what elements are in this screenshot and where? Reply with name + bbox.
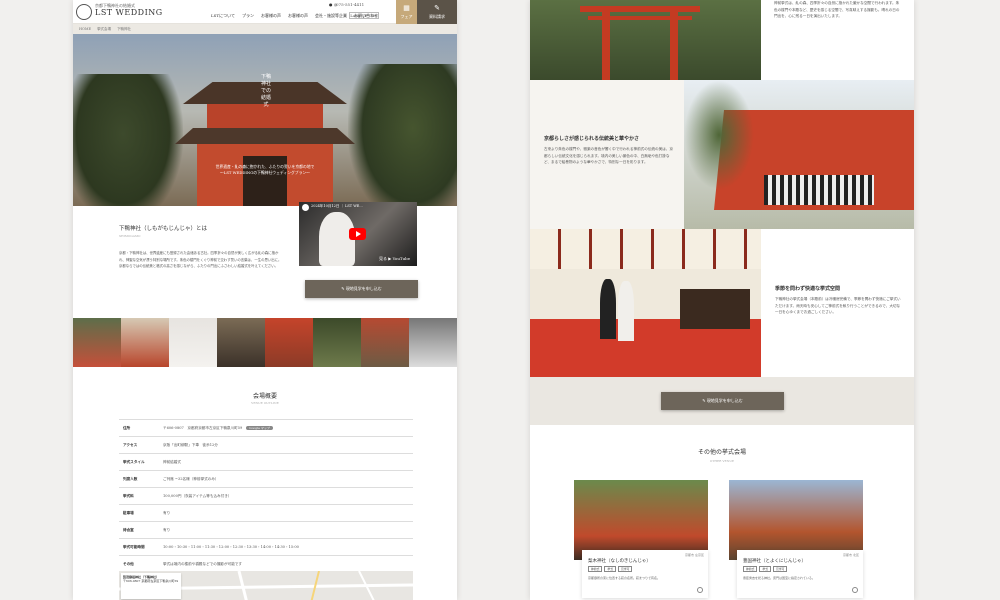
other-venues-title: その他の挙式会場 bbox=[697, 449, 746, 456]
venue-tags: 神前式 挙式 見学可 bbox=[743, 566, 857, 572]
venue-description: 豊臣秀吉を祀る神社。唐門は国宝に指定されている。 bbox=[743, 576, 815, 580]
venue-area: 京都市 北区 bbox=[843, 553, 859, 557]
pen-icon: ✎ bbox=[434, 4, 440, 12]
table-row: アクセス 京阪「出町柳駅」下車 徒歩12分 bbox=[119, 436, 413, 454]
gallery-photo[interactable] bbox=[121, 318, 169, 367]
overview-title: 会場概要 bbox=[252, 393, 277, 400]
venue-photo bbox=[729, 480, 863, 560]
right-page: 神前挙式は、糺の森、四季折々の自然に抱かれた厳かな空間で行われます。朱色の楼門や… bbox=[530, 0, 914, 600]
main-nav: LSTについて プラン お客様の声 お客様の声 会社・施設等企業 お問い合わせ bbox=[211, 13, 378, 19]
intro-subheading: SHIMOGAMO bbox=[119, 234, 141, 238]
embedded-map[interactable]: 賀茂御祖神社（下鴨神社） 〒606-0807 京都府左京区下鴨泉川町59 bbox=[119, 571, 413, 600]
gallery-photo[interactable] bbox=[169, 318, 217, 367]
intro-heading: 下鴨神社（しもがもじんじゃ）とは bbox=[119, 226, 208, 232]
phone-number[interactable]: 075-551-4411 bbox=[336, 2, 364, 7]
venue-info: 京都市 左京区 梨木神社（なしのきじんじゃ） 神前式 挙式 見学可 京都御所の東に位… bbox=[582, 550, 708, 598]
request-button[interactable]: ✎ 資料請求 bbox=[417, 0, 457, 24]
table-row: 待合室 有り bbox=[119, 521, 413, 539]
nav-item[interactable]: お客様の声 bbox=[261, 13, 281, 19]
breadcrumb-item[interactable]: 挙式会場 bbox=[97, 27, 111, 31]
left-page: 京都下鴨神社の結婚式 LST WEDDING ● ◎ 075-551-4411 … bbox=[73, 0, 457, 600]
nav-item[interactable]: プラン bbox=[242, 13, 254, 19]
visit-request-button[interactable]: ✎ 現地見学を申し込む bbox=[305, 280, 418, 298]
youtube-logo[interactable]: 見る ▶ YouTube bbox=[379, 256, 410, 262]
other-venues-subtitle: OTHER VENUE bbox=[709, 459, 735, 463]
logo-icon[interactable] bbox=[76, 4, 92, 20]
gallery-photo[interactable] bbox=[73, 318, 121, 367]
section-body: 神前挙式は、糺の森、四季折々の自然に抱かれた厳かな空間で行われます。朱色の楼門や… bbox=[774, 1, 900, 18]
video-title[interactable]: 2024年10月12日 ｜ LST WE... bbox=[311, 204, 363, 209]
table-row: 駐車場 有り bbox=[119, 504, 413, 522]
nav-item[interactable]: 会社・施設等企業 bbox=[315, 13, 347, 19]
photo-strip bbox=[73, 318, 457, 367]
venue-photo bbox=[574, 480, 708, 560]
fair-button[interactable]: ▦ フェア bbox=[396, 0, 417, 24]
breadcrumb-item: 下鴨神社 bbox=[117, 27, 132, 31]
intro-body: 京都・下鴨神社は、世界遺産にも登録された由緒ある古社。四季折々の自然が美しく広が… bbox=[119, 251, 282, 268]
gate-procession-photo bbox=[684, 80, 914, 229]
arrow-right-icon[interactable] bbox=[697, 587, 703, 593]
hero-copy-line: 〜LST WEDDINGの下鴨神社ウェディングプラン〜 bbox=[220, 170, 310, 175]
table-row: その他 挙式は境内の楼前や橋殿などでの撮影が可能です bbox=[119, 555, 413, 573]
google-map-link[interactable]: Google マップ bbox=[246, 425, 273, 430]
tree bbox=[348, 64, 457, 206]
table-row: 挙式可能時間 10:00・10:30・11:00・11:30・12:00・12:3… bbox=[119, 538, 413, 556]
breadcrumb-item[interactable]: HOME bbox=[79, 27, 91, 31]
section-heading: 京都らしさが感じられる伝統美と華やかさ bbox=[544, 136, 640, 142]
breadcrumb: HOME 挙式会場 下鴨神社 bbox=[73, 24, 457, 34]
site-header: 京都下鴨神社の結婚式 LST WEDDING ● ◎ 075-551-4411 … bbox=[73, 0, 457, 24]
gallery-photo[interactable] bbox=[265, 318, 313, 367]
venue-card[interactable]: 京都市 左京区 梨木神社（なしのきじんじゃ） 神前式 挙式 見学可 京都御所の東に位… bbox=[574, 480, 708, 598]
logo[interactable]: LST WEDDING bbox=[95, 8, 163, 17]
table-row: 列席人数 ご列席 ~32名様（神前挙式のみ） bbox=[119, 470, 413, 488]
gallery-photo[interactable] bbox=[361, 318, 409, 367]
tree bbox=[73, 74, 183, 206]
torii-photo bbox=[530, 0, 761, 80]
visit-request-button[interactable]: ✎ 現地見学を申し込む bbox=[661, 392, 784, 410]
table-row: 挙式料 100,000円（衣装アイテム等も込み付き） bbox=[119, 487, 413, 505]
venue-name[interactable]: 豊国神社（とよくにじんじゃ） bbox=[743, 558, 857, 564]
table-row: 挙式スタイル 神前結婚式 bbox=[119, 453, 413, 471]
section-body: 下鴨神社の挙式会場（本殿前）は冷暖房完備で、季節を問わず快適にご挙式いただけます… bbox=[775, 297, 901, 314]
section-body: 古来より朱色の楼門や、雅楽の音色が響く中で行われる神前式の伝統の美は、京都らしい… bbox=[544, 147, 674, 164]
calendar-icon: ▦ bbox=[403, 4, 410, 12]
nav-item[interactable]: LSTについて bbox=[211, 13, 235, 19]
channel-icon bbox=[302, 204, 309, 211]
venue-description: 京都御所の東に位置する萩の名所。萩まつりで有名。 bbox=[588, 576, 661, 580]
table-row: 住所 〒606-0807 京都府京都市左京区下鴨泉川町59 Google マップ bbox=[119, 419, 413, 437]
venue-tags: 神前式 挙式 見学可 bbox=[588, 566, 702, 572]
youtube-embed[interactable]: 2024年10月12日 ｜ LST WE... 見る ▶ YouTube bbox=[299, 202, 417, 266]
venue-area: 京都市 左京区 bbox=[685, 553, 704, 557]
nav-item[interactable]: お客様の声 bbox=[288, 13, 308, 19]
play-icon[interactable] bbox=[349, 228, 366, 240]
hero-image: 下鴨神社での結婚式 世界遺産・糺の森に抱かれた、ふたりの誓いを京都の地で 〜LS… bbox=[73, 34, 457, 206]
hero-title: 下鴨神社での結婚式 bbox=[261, 74, 272, 108]
overview-subtitle: VENUE OUTLINE bbox=[251, 401, 279, 405]
section-heading: 季節を問わず快適な挙式空間 bbox=[775, 286, 841, 292]
gallery-photo[interactable] bbox=[409, 318, 457, 367]
gallery-photo[interactable] bbox=[217, 318, 265, 367]
venue-card[interactable]: 京都市 北区 豊国神社（とよくにじんじゃ） 神前式 挙式 見学可 豊臣秀吉を祀る神社… bbox=[729, 480, 863, 598]
ceremony-hall-photo bbox=[530, 229, 761, 377]
venue-info: 京都市 北区 豊国神社（とよくにじんじゃ） 神前式 挙式 見学可 豊臣秀吉を祀る神社… bbox=[737, 550, 863, 598]
gallery-photo[interactable] bbox=[313, 318, 361, 367]
venue-name[interactable]: 梨木神社（なしのきじんじゃ） bbox=[588, 558, 702, 564]
overview-table: 住所 〒606-0807 京都府京都市左京区下鴨泉川町59 Google マップ ア… bbox=[119, 419, 413, 573]
hero-copy: 世界遺産・糺の森に抱かれた、ふたりの誓いを京都の地で 〜LST WEDDINGの… bbox=[73, 164, 457, 176]
arrow-right-icon[interactable] bbox=[852, 587, 858, 593]
nav-item[interactable]: お問い合わせ bbox=[354, 13, 378, 19]
map-info-card[interactable]: 賀茂御祖神社（下鴨神社） 〒606-0807 京都府左京区下鴨泉川町59 bbox=[121, 573, 181, 599]
